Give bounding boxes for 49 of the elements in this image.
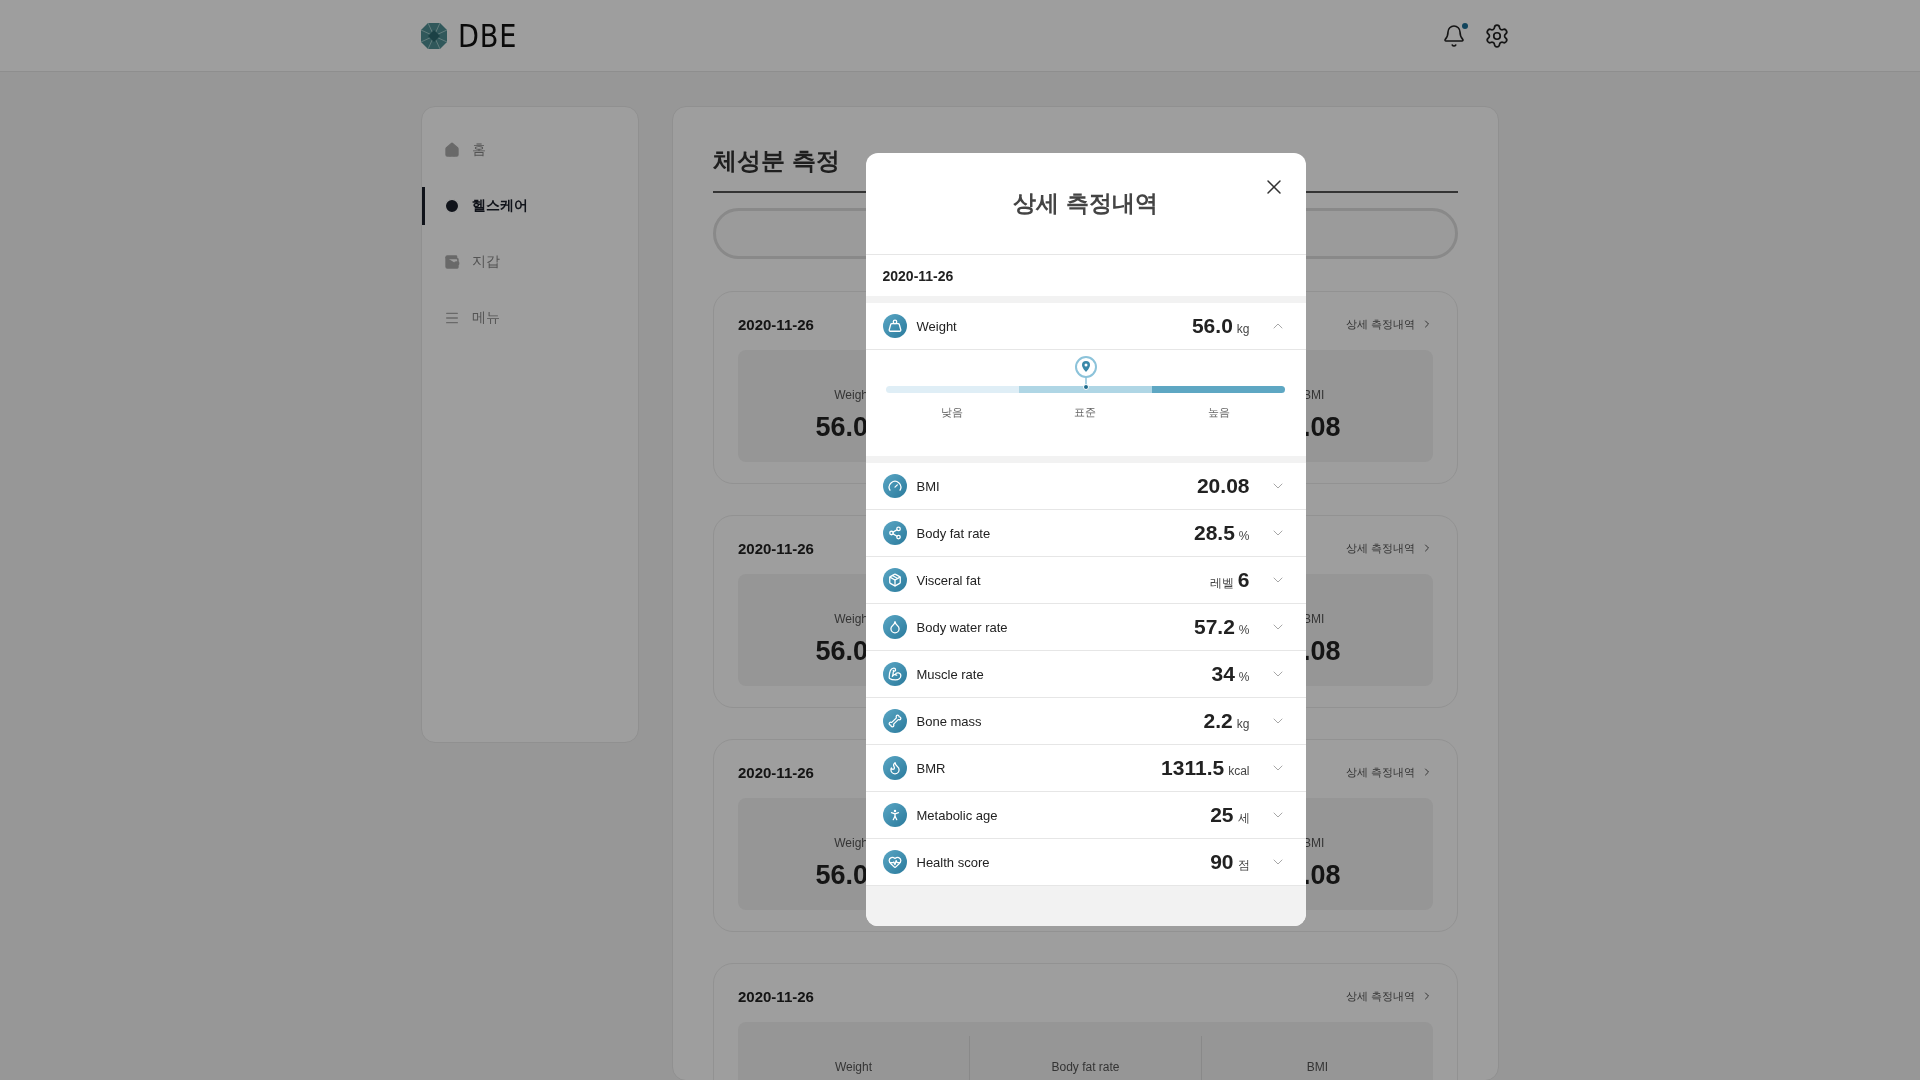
metric-row[interactable]: BMR 1311.5 kcal bbox=[865, 745, 1306, 792]
metric-icon bbox=[882, 314, 907, 338]
metric-icon bbox=[882, 615, 907, 639]
summary-value: 56.0 bbox=[815, 636, 868, 667]
bell-icon[interactable] bbox=[1442, 23, 1466, 48]
metric-icon bbox=[882, 850, 907, 874]
card-date: 2020-11-26 bbox=[738, 315, 814, 333]
settings-icon[interactable] bbox=[1484, 22, 1510, 49]
range-label: 표준 bbox=[1073, 405, 1098, 420]
nav-icon bbox=[444, 198, 460, 214]
metric-row[interactable]: Muscle rate 34 % bbox=[865, 651, 1306, 698]
range-label: 낮음 bbox=[940, 405, 965, 420]
logo-text: DBE bbox=[458, 16, 518, 55]
summary-value: .08 bbox=[1303, 412, 1341, 443]
detail-link[interactable]: 상세 측정내역 bbox=[1345, 540, 1433, 556]
summary-label: BMI bbox=[1306, 1060, 1329, 1074]
card-date: 2020-11-26 bbox=[738, 987, 814, 1005]
card-date: 2020-11-26 bbox=[738, 763, 814, 781]
metric-icon bbox=[882, 709, 907, 733]
metric-icon bbox=[882, 662, 907, 686]
summary-value: 56.0 bbox=[815, 412, 868, 443]
nav-icon bbox=[444, 142, 460, 158]
range-label: 높음 bbox=[1206, 405, 1231, 420]
detail-link[interactable]: 상세 측정내역 bbox=[1345, 316, 1433, 332]
summary-label: Weight bbox=[834, 1060, 873, 1074]
detail-link[interactable]: 상세 측정내역 bbox=[1345, 764, 1433, 780]
metric-row[interactable]: BMI 20.08 bbox=[865, 463, 1306, 510]
card-date: 2020-11-26 bbox=[738, 539, 814, 557]
summary-label: Body fat rate bbox=[1051, 1060, 1120, 1074]
detail-link[interactable]: 상세 측정내역 bbox=[1345, 988, 1433, 1004]
metric-icon bbox=[882, 521, 907, 545]
summary-value: .08 bbox=[1303, 636, 1341, 667]
modal-date: 2020-11-26 bbox=[881, 266, 955, 286]
metric-row[interactable]: Metabolic age 25 세 bbox=[865, 792, 1306, 839]
metric-icon bbox=[882, 568, 907, 592]
sidebar-item[interactable]: 헬스케어 bbox=[422, 187, 638, 225]
metric-row[interactable]: Weight 56.0 kg bbox=[865, 303, 1306, 350]
metric-icon bbox=[882, 474, 907, 498]
logo-icon bbox=[420, 21, 448, 50]
metric-row[interactable]: Visceral fat 레벨 6 bbox=[865, 557, 1306, 604]
metric-icon bbox=[882, 803, 907, 827]
nav-icon bbox=[444, 310, 460, 326]
metric-icon bbox=[882, 756, 907, 780]
summary-value: .08 bbox=[1303, 860, 1341, 891]
metric-row[interactable]: Body water rate 57.2 % bbox=[865, 604, 1306, 651]
metric-row[interactable]: Body fat rate 28.5 % bbox=[865, 510, 1306, 557]
metric-row[interactable]: Bone mass 2.2 kg bbox=[865, 698, 1306, 745]
nav-icon bbox=[444, 254, 460, 270]
summary-value: 56.0 bbox=[815, 860, 868, 891]
